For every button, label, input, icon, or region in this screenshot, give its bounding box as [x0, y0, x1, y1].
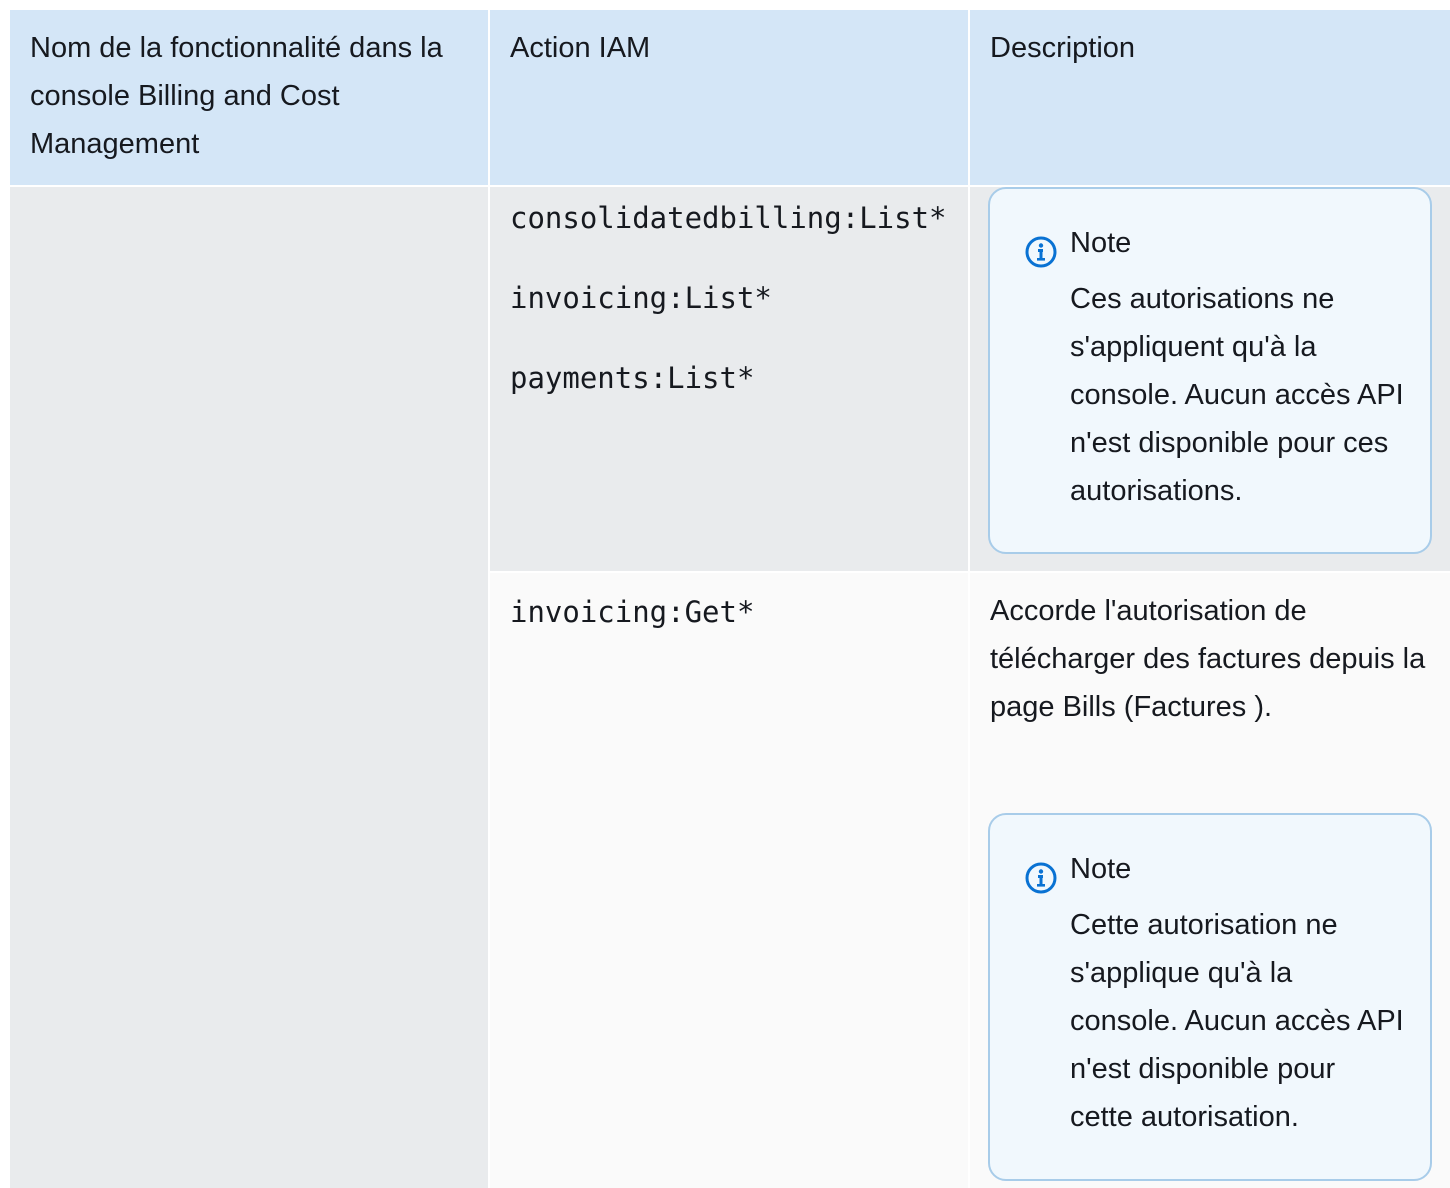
- table-row-2-description: Accorde l'autorisation de télécharger de…: [970, 573, 1450, 1188]
- header-iam-action: Action IAM: [490, 10, 968, 185]
- iam-action-code: invoicing:Get*: [510, 595, 755, 629]
- table-row-1-actions: consolidatedbilling:List* invoicing:List…: [490, 187, 968, 571]
- header-feature-name: Nom de la fonctionnalité dans la console…: [10, 10, 488, 185]
- info-icon: [1025, 862, 1057, 894]
- feature-name-cell: [10, 187, 488, 1188]
- description-text: Accorde l'autorisation de télécharger de…: [990, 595, 1426, 723]
- iam-action-code: payments:List*: [510, 361, 755, 395]
- note-body: Cette autorisation ne s'applique qu'à la…: [1070, 909, 1404, 1133]
- note-box: Note Cette autorisation ne s'applique qu…: [988, 813, 1432, 1181]
- iam-action-code: consolidatedbilling:List*: [510, 201, 947, 235]
- info-icon: [1025, 236, 1057, 268]
- table-row-1-description: Note Ces autorisations ne s'appliquent q…: [970, 187, 1450, 571]
- note-box: Note Ces autorisations ne s'appliquent q…: [988, 187, 1432, 554]
- note-title: Note: [1070, 227, 1132, 259]
- permissions-table: Nom de la fonctionnalité dans la console…: [10, 10, 1450, 1188]
- note-body: Ces autorisations ne s'appliquent qu'à l…: [1070, 283, 1404, 507]
- note-title: Note: [1070, 853, 1132, 885]
- iam-action-code: invoicing:List*: [510, 281, 772, 315]
- header-description: Description: [970, 10, 1450, 185]
- table-row-2-actions: invoicing:Get*: [490, 573, 968, 1188]
